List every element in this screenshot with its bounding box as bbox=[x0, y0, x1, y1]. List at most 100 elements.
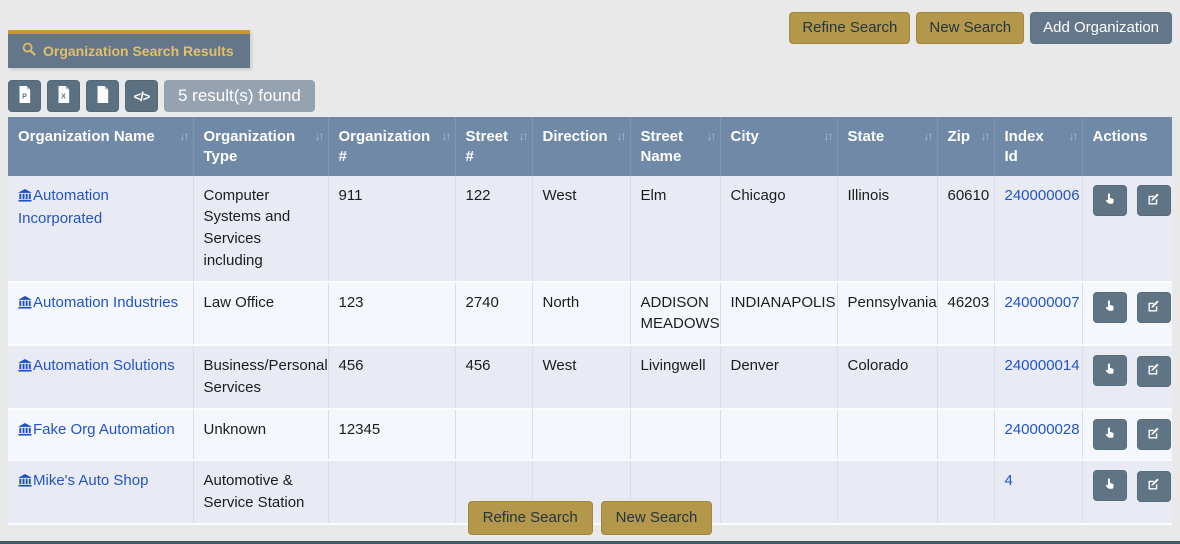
sort-arrows-icon[interactable]: ↓↑ bbox=[824, 128, 832, 144]
organization-number-cell: 12345 bbox=[328, 409, 455, 461]
select-organization-button[interactable] bbox=[1093, 185, 1127, 216]
table-row: Automation Solutions Business/Personal S… bbox=[8, 345, 1172, 409]
table-row: Automation Industries Law Office 123 274… bbox=[8, 282, 1172, 346]
table-row: Fake Org Automation Unknown 12345 240000… bbox=[8, 409, 1172, 461]
export-pdf-button[interactable]: P bbox=[8, 80, 41, 112]
actions-cell bbox=[1082, 282, 1172, 346]
index-id-link[interactable]: 240000006 bbox=[1005, 187, 1080, 204]
hand-pointer-icon bbox=[1102, 298, 1117, 317]
export-file-button[interactable] bbox=[86, 80, 119, 112]
zip-cell: 46203 bbox=[937, 282, 994, 346]
code-icon: </> bbox=[134, 89, 150, 104]
refine-search-button-top[interactable]: Refine Search bbox=[789, 12, 910, 44]
bank-building-icon bbox=[18, 187, 32, 209]
hand-pointer-icon bbox=[1102, 476, 1117, 495]
sort-arrows-icon[interactable]: ↓↑ bbox=[981, 128, 989, 144]
add-organization-button[interactable]: Add Organization bbox=[1030, 12, 1172, 44]
column-header-street-number[interactable]: Street #↓↑ bbox=[455, 117, 532, 176]
organization-type-cell: Computer Systems and Services including bbox=[193, 176, 328, 282]
index-id-link[interactable]: 240000014 bbox=[1005, 357, 1080, 374]
sort-arrows-icon[interactable]: ↓↑ bbox=[617, 128, 625, 144]
index-id-link[interactable]: 4 bbox=[1005, 472, 1013, 489]
street-name-cell bbox=[630, 409, 720, 461]
state-cell: Pennsylvania bbox=[837, 282, 937, 346]
sort-arrows-icon[interactable]: ↓↑ bbox=[519, 128, 527, 144]
select-organization-button[interactable] bbox=[1093, 292, 1127, 323]
new-search-button-top[interactable]: New Search bbox=[916, 12, 1024, 44]
export-excel-button[interactable]: X bbox=[47, 80, 80, 112]
edit-icon bbox=[1146, 477, 1161, 495]
direction-cell: West bbox=[532, 176, 630, 282]
edit-organization-button[interactable] bbox=[1137, 356, 1171, 387]
edit-icon bbox=[1146, 192, 1161, 210]
hand-pointer-icon bbox=[1102, 425, 1117, 444]
index-id-link[interactable]: 240000007 bbox=[1005, 294, 1080, 311]
column-header-city[interactable]: City↓↑ bbox=[720, 117, 837, 176]
edit-icon bbox=[1146, 426, 1161, 444]
organization-number-cell: 123 bbox=[328, 282, 455, 346]
street-name-cell: Livingwell bbox=[630, 345, 720, 409]
edit-organization-button[interactable] bbox=[1137, 471, 1171, 502]
direction-cell: North bbox=[532, 282, 630, 346]
organization-name-link[interactable]: Automation Industries bbox=[33, 294, 178, 311]
street-number-cell: 2740 bbox=[455, 282, 532, 346]
sort-arrows-icon[interactable]: ↓↑ bbox=[924, 128, 932, 144]
bank-building-icon bbox=[18, 421, 32, 443]
sort-arrows-icon[interactable]: ↓↑ bbox=[180, 128, 188, 144]
organization-name-link[interactable]: Fake Org Automation bbox=[33, 421, 175, 438]
sort-arrows-icon[interactable]: ↓↑ bbox=[442, 128, 450, 144]
table-row: Automation Incorporated Computer Systems… bbox=[8, 176, 1172, 282]
select-organization-button[interactable] bbox=[1093, 355, 1127, 386]
edit-organization-button[interactable] bbox=[1137, 419, 1171, 450]
bank-building-icon bbox=[18, 472, 32, 494]
sort-arrows-icon[interactable]: ↓↑ bbox=[1069, 128, 1077, 144]
state-cell: Illinois bbox=[837, 176, 937, 282]
edit-organization-button[interactable] bbox=[1137, 185, 1171, 216]
actions-cell bbox=[1082, 176, 1172, 282]
hand-pointer-icon bbox=[1102, 191, 1117, 210]
edit-organization-button[interactable] bbox=[1137, 292, 1171, 323]
column-header-street-name[interactable]: Street Name↓↑ bbox=[630, 117, 720, 176]
header-button-group: Refine Search New Search Add Organizatio… bbox=[789, 12, 1172, 44]
organization-name-link[interactable]: Mike's Auto Shop bbox=[33, 472, 148, 489]
edit-icon bbox=[1146, 299, 1161, 317]
file-excel-icon: X bbox=[55, 85, 72, 107]
results-count-badge: 5 result(s) found bbox=[164, 80, 315, 112]
organization-type-cell: Business/Personal Services bbox=[193, 345, 328, 409]
organization-type-cell: Unknown bbox=[193, 409, 328, 461]
index-id-cell: 240000014 bbox=[994, 345, 1082, 409]
tab-organization-search-results[interactable]: Organization Search Results bbox=[8, 30, 250, 68]
column-header-organization-number[interactable]: Organization #↓↑ bbox=[328, 117, 455, 176]
street-number-cell: 122 bbox=[455, 176, 532, 282]
select-organization-button[interactable] bbox=[1093, 470, 1127, 501]
column-header-zip[interactable]: Zip↓↑ bbox=[937, 117, 994, 176]
search-icon bbox=[22, 42, 36, 59]
street-name-cell: Elm bbox=[630, 176, 720, 282]
organization-results-table: Organization Name↓↑ Organization Type↓↑ … bbox=[8, 117, 1172, 525]
refine-search-button-bottom[interactable]: Refine Search bbox=[468, 501, 593, 535]
index-id-cell: 240000028 bbox=[994, 409, 1082, 461]
new-search-button-bottom[interactable]: New Search bbox=[601, 501, 713, 535]
sort-arrows-icon[interactable]: ↓↑ bbox=[707, 128, 715, 144]
organization-name-link[interactable]: Automation Solutions bbox=[33, 357, 175, 374]
column-header-organization-type[interactable]: Organization Type↓↑ bbox=[193, 117, 328, 176]
street-name-cell: ADDISON MEADOWS bbox=[630, 282, 720, 346]
sort-arrows-icon[interactable]: ↓↑ bbox=[315, 128, 323, 144]
bank-building-icon bbox=[18, 294, 32, 316]
organization-type-cell: Law Office bbox=[193, 282, 328, 346]
actions-cell bbox=[1082, 345, 1172, 409]
organization-name-cell: Fake Org Automation bbox=[8, 409, 193, 461]
export-code-button[interactable]: </> bbox=[125, 80, 158, 112]
column-header-index-id[interactable]: Index Id↓↑ bbox=[994, 117, 1082, 176]
street-number-cell: 456 bbox=[455, 345, 532, 409]
state-cell: Colorado bbox=[837, 345, 937, 409]
organization-name-cell: Automation Industries bbox=[8, 282, 193, 346]
organization-name-cell: Automation Incorporated bbox=[8, 176, 193, 282]
select-organization-button[interactable] bbox=[1093, 419, 1127, 450]
column-header-state[interactable]: State↓↑ bbox=[837, 117, 937, 176]
zip-cell bbox=[937, 409, 994, 461]
column-header-organization-name[interactable]: Organization Name↓↑ bbox=[8, 117, 193, 176]
index-id-link[interactable]: 240000028 bbox=[1005, 421, 1080, 438]
city-cell: Denver bbox=[720, 345, 837, 409]
column-header-direction[interactable]: Direction↓↑ bbox=[532, 117, 630, 176]
